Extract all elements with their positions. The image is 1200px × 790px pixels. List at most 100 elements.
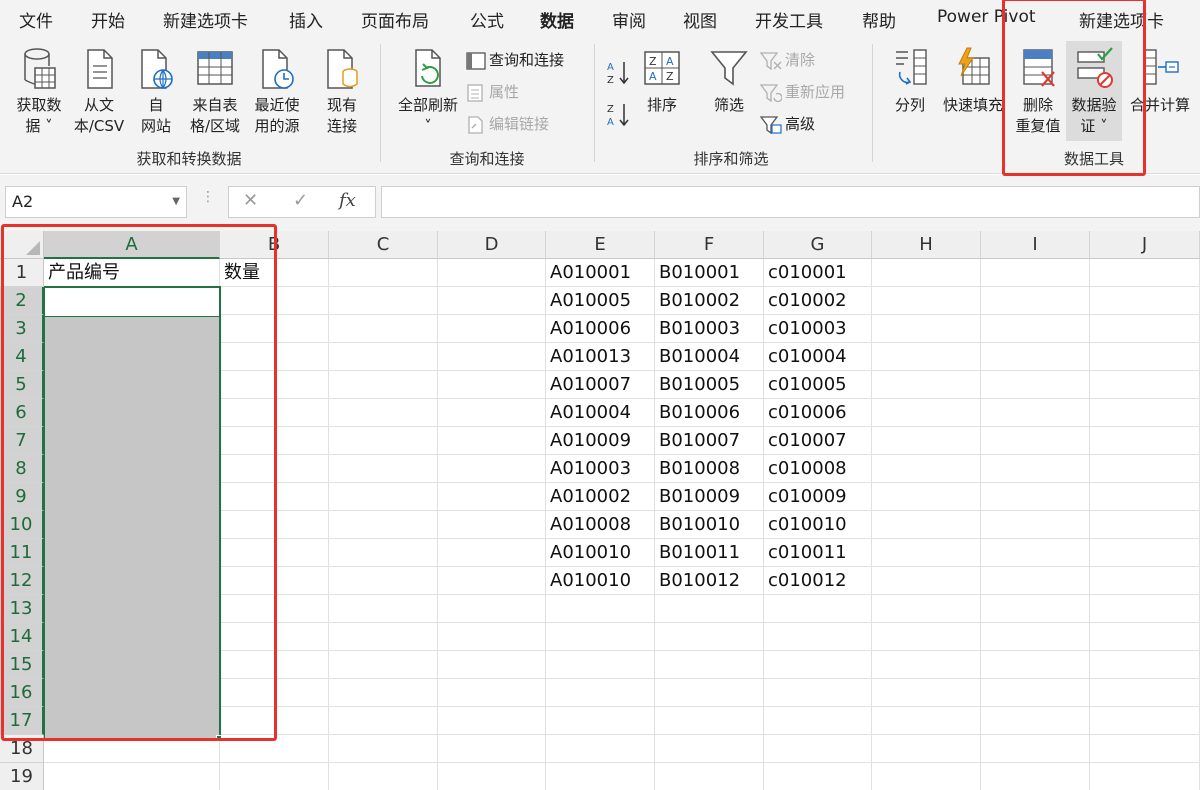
queries-connections-button[interactable]: 查询和连接: [466, 48, 564, 72]
cell-e2[interactable]: A010005: [546, 287, 631, 315]
cell-e12[interactable]: A010010: [546, 567, 631, 595]
tab-data[interactable]: 数据: [540, 7, 574, 32]
cell-g12[interactable]: c010012: [764, 567, 847, 595]
column-header-a[interactable]: A: [44, 231, 220, 259]
row-header-18[interactable]: 18: [0, 735, 44, 763]
column-header-b[interactable]: B: [220, 231, 329, 259]
consolidate-button[interactable]: 合并计算: [1124, 46, 1196, 116]
worksheet-grid[interactable]: A B C D E F G H I J 1 2 3 4 5 6 7 8 9 10 11 12 13 14 15 16 17 18 19 产…: [0, 231, 1200, 790]
tab-page-layout[interactable]: 页面布局: [361, 7, 429, 32]
tab-home[interactable]: 开始: [91, 7, 125, 32]
from-web-button[interactable]: 自 网站: [128, 46, 184, 137]
cell-f8[interactable]: B010008: [655, 455, 740, 483]
cell-g1[interactable]: c010001: [764, 259, 847, 287]
cell-g6[interactable]: c010006: [764, 399, 847, 427]
row-header-9[interactable]: 9: [0, 483, 44, 511]
existing-connections-button[interactable]: 现有 连接: [312, 46, 372, 137]
column-header-i[interactable]: I: [981, 231, 1090, 259]
cell-e8[interactable]: A010003: [546, 455, 631, 483]
tab-view[interactable]: 视图: [683, 7, 717, 32]
active-cell[interactable]: [44, 287, 220, 317]
cell-e6[interactable]: A010004: [546, 399, 631, 427]
filter-button[interactable]: 筛选: [704, 46, 754, 116]
column-header-e[interactable]: E: [546, 231, 655, 259]
column-header-h[interactable]: H: [872, 231, 981, 259]
row-header-14[interactable]: 14: [0, 623, 44, 651]
cell-e5[interactable]: A010007: [546, 371, 631, 399]
cell-g2[interactable]: c010002: [764, 287, 847, 315]
cell-g8[interactable]: c010008: [764, 455, 847, 483]
cell-f1[interactable]: B010001: [655, 259, 740, 287]
row-header-5[interactable]: 5: [0, 371, 44, 399]
cell-g10[interactable]: c010010: [764, 511, 847, 539]
cell-e3[interactable]: A010006: [546, 315, 631, 343]
cell-g4[interactable]: c010004: [764, 343, 847, 371]
tab-new-tab-2[interactable]: 新建选项卡: [1079, 7, 1164, 32]
row-header-3[interactable]: 3: [0, 315, 44, 343]
cell-f11[interactable]: B010011: [655, 539, 740, 567]
formula-input[interactable]: [381, 186, 1200, 218]
sort-button[interactable]: Z A A Z 排序: [638, 46, 686, 116]
cell-e4[interactable]: A010013: [546, 343, 631, 371]
cell-f6[interactable]: B010006: [655, 399, 740, 427]
tab-power-pivot[interactable]: Power Pivot: [937, 7, 1036, 27]
cell-g11[interactable]: c010011: [764, 539, 847, 567]
column-header-f[interactable]: F: [655, 231, 764, 259]
cell-f4[interactable]: B010004: [655, 343, 740, 371]
tab-help[interactable]: 帮助: [862, 7, 896, 32]
tab-review[interactable]: 审阅: [612, 7, 646, 32]
name-box-dropdown-icon[interactable]: ▼: [172, 187, 180, 217]
sort-az-button[interactable]: A Z: [606, 58, 634, 86]
row-header-8[interactable]: 8: [0, 455, 44, 483]
reapply-button[interactable]: 重新应用: [760, 80, 845, 104]
tab-file[interactable]: 文件: [19, 7, 53, 32]
row-header-13[interactable]: 13: [0, 595, 44, 623]
cell-f5[interactable]: B010005: [655, 371, 740, 399]
column-header-d[interactable]: D: [438, 231, 546, 259]
cell-f9[interactable]: B010009: [655, 483, 740, 511]
row-header-1[interactable]: 1: [0, 259, 44, 287]
cell-f7[interactable]: B010007: [655, 427, 740, 455]
select-all-button[interactable]: [0, 231, 44, 259]
cell-e10[interactable]: A010008: [546, 511, 631, 539]
cell-f3[interactable]: B010003: [655, 315, 740, 343]
sort-za-button[interactable]: Z A: [606, 100, 634, 128]
tab-developer[interactable]: 开发工具: [755, 7, 823, 32]
flash-fill-button[interactable]: 快速填充: [938, 46, 1008, 116]
get-data-button[interactable]: 获取数 据 ˅: [8, 46, 70, 137]
cell-f2[interactable]: B010002: [655, 287, 740, 315]
tab-formulas[interactable]: 公式: [470, 7, 504, 32]
formula-bar-splitter-icon[interactable]: ⋮: [201, 189, 215, 205]
cell-e9[interactable]: A010002: [546, 483, 631, 511]
cell-b1[interactable]: 数量: [220, 259, 260, 287]
column-header-g[interactable]: G: [764, 231, 872, 259]
advanced-filter-button[interactable]: 高级: [760, 112, 815, 136]
cell-f10[interactable]: B010010: [655, 511, 740, 539]
row-header-17[interactable]: 17: [0, 707, 44, 735]
properties-button[interactable]: 属性: [466, 80, 519, 104]
cell-f12[interactable]: B010012: [655, 567, 740, 595]
column-header-c[interactable]: C: [329, 231, 438, 259]
cell-e1[interactable]: A010001: [546, 259, 631, 287]
data-validation-button[interactable]: 数据验 证 ˅: [1066, 46, 1122, 137]
insert-function-icon[interactable]: fx: [339, 190, 356, 211]
row-header-2[interactable]: 2: [0, 287, 44, 315]
cell-g7[interactable]: c010007: [764, 427, 847, 455]
cell-a1[interactable]: 产品编号: [44, 259, 120, 287]
row-header-19[interactable]: 19: [0, 763, 44, 790]
row-header-10[interactable]: 10: [0, 511, 44, 539]
cancel-icon[interactable]: ✕: [243, 190, 258, 211]
from-table-button[interactable]: 来自表 格/区域: [184, 46, 246, 137]
tab-new-tab[interactable]: 新建选项卡: [163, 7, 248, 32]
cell-e7[interactable]: A010009: [546, 427, 631, 455]
name-box[interactable]: A2 ▼: [5, 186, 187, 218]
row-header-7[interactable]: 7: [0, 427, 44, 455]
column-header-j[interactable]: J: [1090, 231, 1200, 259]
row-header-4[interactable]: 4: [0, 343, 44, 371]
cell-g5[interactable]: c010005: [764, 371, 847, 399]
cell-g3[interactable]: c010003: [764, 315, 847, 343]
recent-sources-button[interactable]: 最近使 用的源: [246, 46, 308, 137]
row-header-11[interactable]: 11: [0, 539, 44, 567]
fill-handle[interactable]: [216, 735, 222, 741]
enter-icon[interactable]: ✓: [293, 190, 308, 211]
